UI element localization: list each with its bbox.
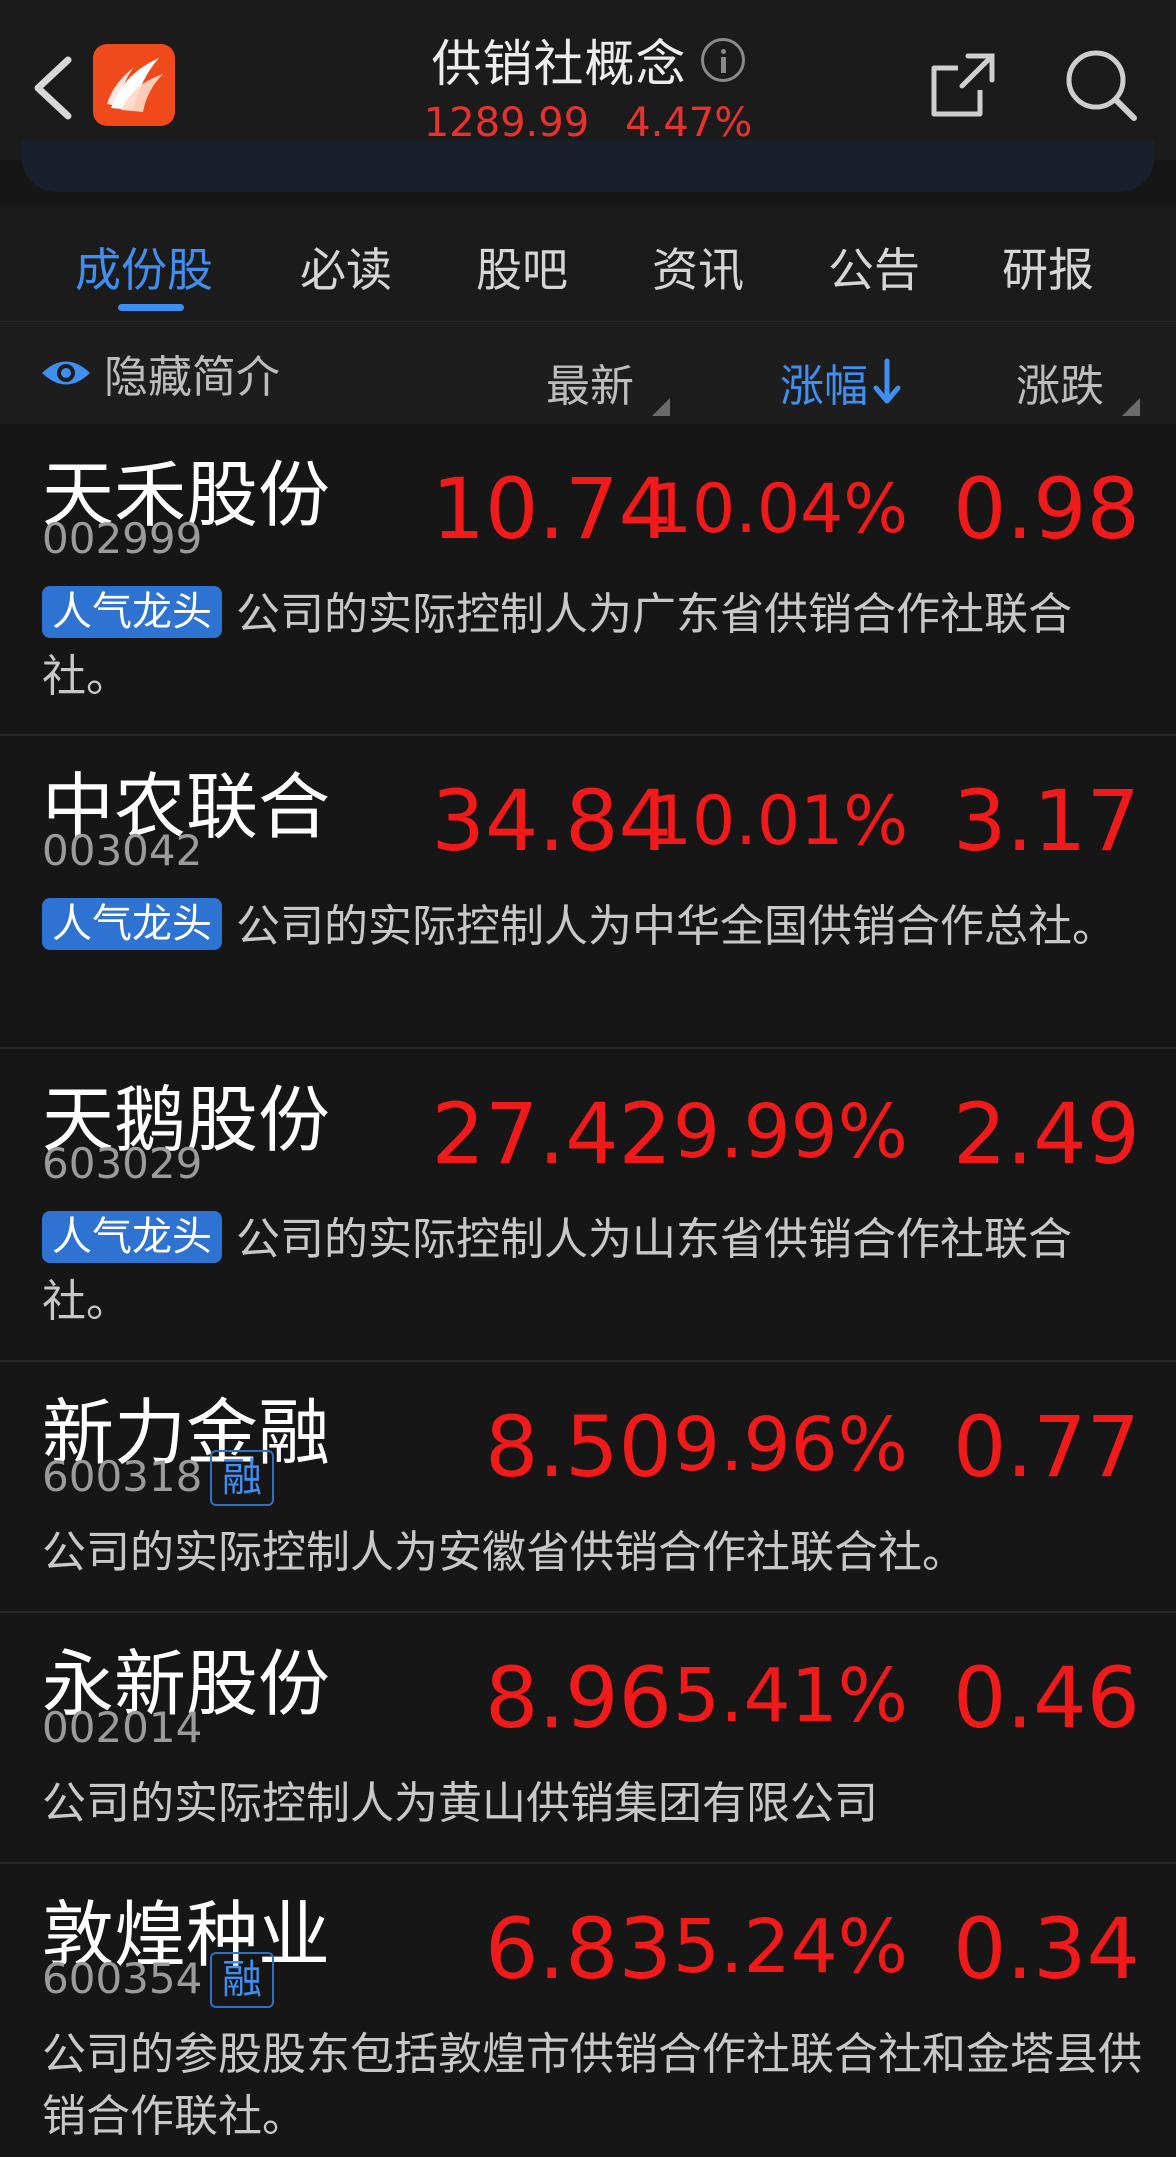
hide-intro-toggle[interactable]: 隐藏简介	[40, 348, 280, 403]
stock-code: 003042	[42, 826, 203, 875]
page-title: 供销社概念	[431, 35, 687, 93]
stock-description: 人气龙头 公司的实际控制人为山东省供销合作社联合社。	[42, 1209, 1142, 1333]
stock-row[interactable]: 永新股份 002014 8.96 5.41% 0.46 公司的实际控制人为黄山供…	[0, 1613, 1176, 1864]
share-icon	[931, 53, 995, 117]
sort-down-arrow-icon	[873, 358, 901, 404]
stock-change: 0.98	[952, 460, 1140, 558]
stock-description: 人气龙头 公司的实际控制人为广东省供销合作社联合社。	[42, 584, 1142, 708]
popular-leader-tag: 人气龙头	[42, 1211, 222, 1263]
stock-code: 002999	[42, 514, 203, 563]
margin-trading-badge: 融	[210, 1450, 274, 1506]
tab-research[interactable]: 研报	[1002, 234, 1094, 300]
stock-change: 0.34	[952, 1900, 1140, 1998]
stock-row[interactable]: 中农联合 003042 34.84 10.01% 3.17 人气龙头 公司的实际控…	[0, 736, 1176, 1049]
stock-code: 600354	[42, 1954, 203, 2003]
popular-leader-tag: 人气龙头	[42, 586, 222, 638]
stock-price: 34.84	[431, 772, 672, 870]
column-change[interactable]: 涨跌	[1016, 350, 1104, 414]
stock-change-pct: 9.99%	[672, 1089, 908, 1175]
stock-row[interactable]: 天鹅股份 603029 27.42 9.99% 2.49 人气龙头 公司的实际控制…	[0, 1049, 1176, 1362]
sort-indicator-latest	[652, 398, 670, 416]
column-change-pct[interactable]: 涨幅	[780, 350, 902, 414]
column-header: 隐藏简介 最新 涨幅 涨跌	[0, 322, 1176, 424]
stock-change: 2.49	[952, 1085, 1140, 1183]
info-icon[interactable]	[700, 38, 745, 82]
stock-change-pct: 10.01%	[648, 782, 908, 861]
collapsed-card	[22, 140, 1154, 192]
title-area: 供销社概念	[0, 24, 1176, 96]
search-button[interactable]	[1062, 46, 1140, 124]
hide-intro-label: 隐藏简介	[104, 352, 280, 403]
sort-indicator-change	[1122, 398, 1140, 416]
stock-change: 0.46	[952, 1649, 1140, 1747]
stock-change-pct: 10.04%	[648, 470, 908, 549]
stock-code: 600318	[42, 1452, 203, 1501]
eye-icon	[42, 361, 90, 385]
stock-code: 603029	[42, 1139, 203, 1188]
popular-leader-tag: 人气龙头	[42, 898, 222, 950]
active-tab-indicator	[118, 304, 184, 311]
stock-row[interactable]: 天禾股份 002999 10.74 10.04% 0.98 人气龙头 公司的实际控…	[0, 424, 1176, 736]
stock-price: 27.42	[431, 1085, 672, 1183]
stock-description-text: 公司的实际控制人为中华全国供销合作总社。	[236, 901, 1116, 952]
tab-announcements[interactable]: 公告	[828, 234, 920, 300]
stock-change-pct: 5.41%	[672, 1653, 908, 1739]
stock-change: 3.17	[952, 772, 1140, 870]
stock-change-pct: 9.96%	[672, 1402, 908, 1488]
stock-code: 002014	[42, 1703, 203, 1752]
banner-strip	[0, 140, 1176, 204]
tab-constituents[interactable]: 成份股	[75, 234, 213, 300]
stock-row[interactable]: 新力金融 600318 融 8.50 9.96% 0.77 公司的实际控制人为安…	[0, 1362, 1176, 1613]
app-screen: 供销社概念 1289.99 4.47% 成份股 必读 股吧 资讯 公告 研报 隐…	[0, 0, 1176, 2157]
stock-description: 公司的实际控制人为安徽省供销合作社联合社。	[42, 1527, 966, 1578]
column-latest[interactable]: 最新	[546, 350, 634, 414]
tab-news[interactable]: 资讯	[652, 234, 744, 300]
stock-price: 6.83	[484, 1900, 672, 1998]
stock-description: 公司的参股股东包括敦煌市供销合作社联合社和金塔县供销合作联社。	[42, 2029, 1142, 2142]
stock-description: 人气龙头 公司的实际控制人为中华全国供销合作总社。	[42, 896, 1142, 958]
stock-price: 8.50	[484, 1398, 672, 1496]
stock-change-pct: 5.24%	[672, 1904, 908, 1990]
stock-price: 10.74	[431, 460, 672, 558]
margin-trading-badge: 融	[210, 1952, 274, 2008]
stock-row[interactable]: 敦煌种业 600354 融 6.83 5.24% 0.34 公司的参股股东包括敦…	[0, 1864, 1176, 2157]
stock-price: 8.96	[484, 1649, 672, 1747]
column-change-pct-label: 涨幅	[780, 361, 868, 412]
stock-description: 公司的实际控制人为黄山供销集团有限公司	[42, 1778, 878, 1829]
tab-bar: 成份股 必读 股吧 资讯 公告 研报	[0, 206, 1176, 322]
search-icon	[1066, 50, 1137, 121]
stock-change: 0.77	[952, 1398, 1140, 1496]
share-button[interactable]	[928, 50, 998, 120]
top-bar: 供销社概念 1289.99 4.47%	[0, 0, 1176, 160]
tab-must-read[interactable]: 必读	[300, 234, 392, 300]
tab-forum[interactable]: 股吧	[476, 234, 568, 300]
